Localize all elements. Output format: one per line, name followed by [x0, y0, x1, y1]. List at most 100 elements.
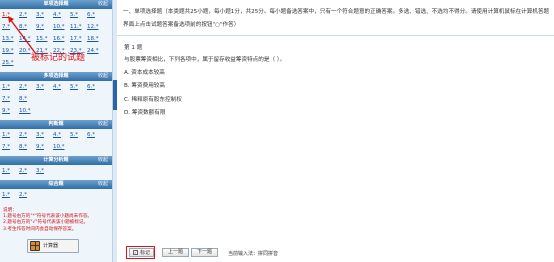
note-line: 3.考生作答时间内会自动保存答案。: [3, 226, 77, 232]
question-link[interactable]: 7.*: [2, 143, 17, 152]
previous-question-button[interactable]: 上一题: [162, 248, 190, 257]
question-link[interactable]: 3.*: [36, 131, 51, 140]
question-link[interactable]: 5.*: [70, 131, 85, 140]
calculator-button[interactable]: 计算器: [27, 238, 79, 253]
question-row: 7.* 8.*: [2, 95, 110, 104]
question-link[interactable]: 24.*: [87, 47, 102, 56]
question-link[interactable]: 1.*: [2, 11, 17, 20]
collapse-button[interactable]: 收起: [98, 120, 108, 129]
input-method-status: 当前输入法：拼同拼音: [228, 251, 279, 257]
question-row: 1.* 2.* 3.* 4.* 5.* 6.*: [2, 131, 110, 140]
mark-checkbox[interactable]: ✓: [133, 250, 138, 255]
question-link[interactable]: 11.*: [70, 23, 85, 32]
section-header-multiple-choice[interactable]: 多项选择题 收起: [0, 72, 112, 81]
option-text: 资本成本较高: [131, 70, 165, 76]
question-link[interactable]: 4.*: [53, 131, 68, 140]
marked-question-annotation: 被标记的试题: [31, 53, 86, 63]
question-row: 7.* 8.* 9.* 10.* 11.* 12.*: [2, 23, 110, 32]
question-link[interactable]: 5.*: [70, 83, 85, 92]
collapse-button[interactable]: 收起: [98, 72, 108, 81]
question-link[interactable]: 1.*: [2, 191, 17, 200]
question-link[interactable]: 1.*: [2, 83, 17, 92]
section-title: 单项选择题: [43, 1, 69, 7]
question-row: 1.* 2.* 3.*: [2, 167, 110, 176]
question-link[interactable]: 6.*: [87, 11, 102, 20]
question-area: 一、单项选择题（本类题共25小题，每小题1分，共25分。每小题备选答案中，只有一…: [117, 0, 554, 262]
question-link[interactable]: 5.*: [70, 11, 85, 20]
question-link[interactable]: 9.*: [36, 143, 51, 152]
question-link[interactable]: 2.*: [19, 83, 34, 92]
question-link[interactable]: 8.*: [19, 143, 34, 152]
option-letter: D.: [124, 110, 131, 116]
question-link[interactable]: 2.*: [19, 191, 34, 200]
question-link[interactable]: 13.*: [2, 35, 17, 44]
section-header-single-choice[interactable]: 单项选择题 收起: [0, 0, 112, 9]
question-row: 1.* 2.* 3.* 4.* 5.* 6.*: [2, 11, 110, 20]
judgement-question-grid: 1.* 2.* 3.* 4.* 5.* 6.* 7.* 8.* 9.* 10.*: [0, 129, 112, 156]
question-navigator-panel: 单项选择题 收起 1.* 2.* 3.* 4.* 5.* 6.* 7.* 8.* 9.* 10.*…: [0, 0, 113, 262]
question-row: 7.* 8.* 9.* 10.*: [2, 143, 110, 152]
question-link[interactable]: 7.*: [2, 95, 17, 104]
section-header-comprehensive[interactable]: 综合题 收起: [0, 180, 112, 189]
option-letter: C.: [124, 97, 130, 103]
question-link[interactable]: 6.*: [87, 131, 102, 140]
question-row: 1.* 2.*: [2, 191, 110, 200]
question-link[interactable]: 1.*: [2, 131, 17, 140]
question-link[interactable]: 2.*: [19, 167, 34, 176]
question-link[interactable]: 17.*: [70, 35, 85, 44]
question-link[interactable]: 12.*: [87, 23, 102, 32]
question-link[interactable]: 2.*: [19, 131, 34, 140]
option-c[interactable]: C. 稀释原有股东控制权: [124, 95, 182, 103]
question-link[interactable]: 10.*: [53, 143, 68, 152]
section-title: 计算分析题: [43, 157, 69, 163]
option-letter: A.: [124, 70, 130, 76]
question-row: 13.* 14.* 15.* 16.* 17.* 18.*: [2, 35, 110, 44]
question-link[interactable]: 16.*: [53, 35, 68, 44]
option-text: 筹资数额有限: [131, 110, 166, 116]
next-question-button[interactable]: 下一题: [191, 248, 219, 257]
section-title: 判断题: [48, 121, 64, 127]
question-link[interactable]: 2.*: [19, 11, 34, 20]
question-link[interactable]: 3.*: [36, 11, 51, 20]
collapse-button[interactable]: 收起: [98, 0, 108, 9]
question-link[interactable]: 3.*: [36, 167, 51, 176]
question-link[interactable]: 6.*: [87, 83, 102, 92]
mark-question-button[interactable]: ✓ 标记: [129, 248, 155, 257]
question-link[interactable]: 7.*: [2, 23, 17, 32]
question-link[interactable]: 18.*: [87, 35, 102, 44]
question-row: 9.* 10.*: [2, 107, 110, 116]
section-instructions: 一、单项选择题（本类题共25小题，每小题1分，共25分。每小题备选答案中，只有一…: [123, 9, 550, 28]
calculator-icon: [30, 240, 40, 251]
question-link[interactable]: 10.*: [19, 107, 34, 116]
question-link[interactable]: 4.*: [53, 11, 68, 20]
question-link[interactable]: 25.*: [2, 59, 17, 68]
option-text: 筹资费用较高: [131, 83, 165, 89]
divider: [117, 35, 554, 36]
section-title: 多项选择题: [43, 73, 69, 79]
question-link[interactable]: 9.*: [36, 23, 51, 32]
question-link[interactable]: 4.*: [53, 83, 68, 92]
instructions-notes: 说明： 1.题号右方的"*"符号代表该小题尚未作答。 2.题号右方的"√"符号代…: [0, 204, 112, 257]
collapse-button[interactable]: 收起: [98, 156, 108, 165]
section-header-calculation[interactable]: 计算分析题 收起: [0, 156, 112, 165]
bottom-toolbar: ✓ 标记 上一题 下一题 当前输入法：拼同拼音: [117, 244, 554, 262]
question-number: 第 1 题: [124, 45, 143, 51]
section-header-judgement[interactable]: 判断题 收起: [0, 120, 112, 129]
question-link[interactable]: 8.*: [19, 23, 34, 32]
question-link[interactable]: 1.*: [2, 167, 17, 176]
option-a[interactable]: A. 资本成本较高: [124, 68, 165, 76]
question-link[interactable]: 9.*: [2, 107, 17, 116]
option-d[interactable]: D. 筹资数额有限: [124, 108, 165, 116]
section-title: 综合题: [48, 181, 64, 187]
question-link[interactable]: 19.*: [2, 47, 17, 56]
mark-label: 标记: [140, 250, 151, 256]
question-link[interactable]: 15.*: [36, 35, 51, 44]
calculator-label: 计算器: [43, 242, 59, 249]
question-link[interactable]: 8.*: [19, 95, 34, 104]
option-b[interactable]: B. 筹资费用较高: [124, 81, 165, 89]
multiple-choice-question-grid: 1.* 2.* 3.* 4.* 5.* 6.* 7.* 8.* 9.* 10.*: [0, 81, 112, 120]
collapse-button[interactable]: 收起: [98, 180, 108, 189]
question-link[interactable]: 14.*: [19, 35, 34, 44]
question-link[interactable]: 3.*: [36, 83, 51, 92]
question-link[interactable]: 10.*: [53, 23, 68, 32]
